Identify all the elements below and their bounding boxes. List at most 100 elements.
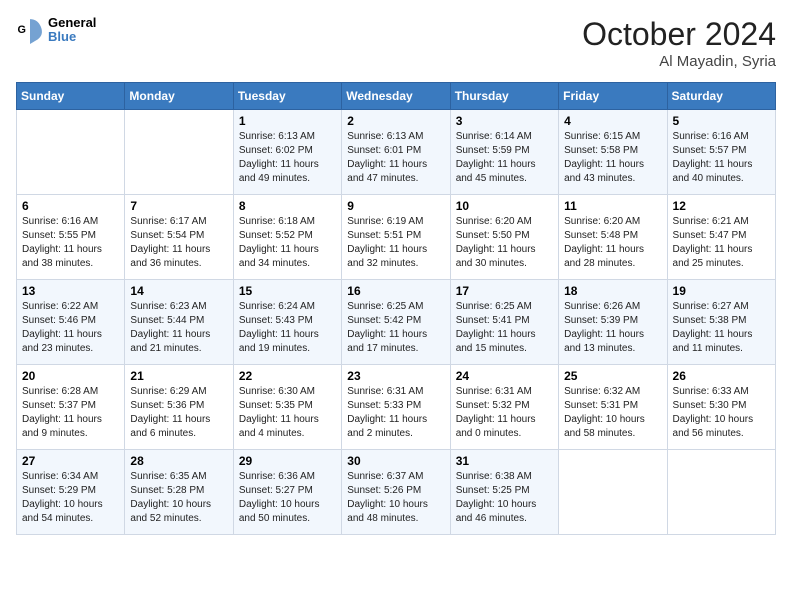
day-info: Sunrise: 6:33 AM Sunset: 5:30 PM Dayligh…	[673, 385, 770, 441]
col-header-wednesday: Wednesday	[342, 83, 450, 110]
col-header-saturday: Saturday	[667, 83, 775, 110]
calendar-cell: 26 Sunrise: 6:33 AM Sunset: 5:30 PM Dayli…	[667, 365, 775, 450]
day-info: Sunrise: 6:17 AM Sunset: 5:54 PM Dayligh…	[130, 215, 227, 271]
day-info: Sunrise: 6:30 AM Sunset: 5:35 PM Dayligh…	[239, 385, 336, 441]
logo-text: General Blue	[48, 16, 96, 45]
day-number: 1	[239, 114, 336, 128]
calendar-week-row: 6 Sunrise: 6:16 AM Sunset: 5:55 PM Daylig…	[17, 195, 776, 280]
col-header-thursday: Thursday	[450, 83, 558, 110]
day-number: 9	[347, 199, 444, 213]
day-info: Sunrise: 6:29 AM Sunset: 5:36 PM Dayligh…	[130, 385, 227, 441]
day-number: 4	[564, 114, 661, 128]
calendar-cell: 20Sunrise: 6:28 AM Sunset: 5:37 PM Dayli…	[17, 365, 125, 450]
day-info: Sunrise: 6:16 AM Sunset: 5:55 PM Dayligh…	[22, 215, 119, 271]
day-info: Sunrise: 6:22 AM Sunset: 5:46 PM Dayligh…	[22, 300, 119, 356]
calendar-cell: 17 Sunrise: 6:25 AM Sunset: 5:41 PM Dayli…	[450, 280, 558, 365]
day-number: 5	[673, 114, 770, 128]
calendar-cell: 6 Sunrise: 6:16 AM Sunset: 5:55 PM Daylig…	[17, 195, 125, 280]
calendar-cell: 12 Sunrise: 6:21 AM Sunset: 5:47 PM Dayli…	[667, 195, 775, 280]
day-info: Sunrise: 6:27 AM Sunset: 5:38 PM Dayligh…	[673, 300, 770, 356]
logo-line1: General	[48, 16, 96, 30]
calendar-cell: 15Sunrise: 6:24 AM Sunset: 5:43 PM Dayli…	[233, 280, 341, 365]
calendar-cell	[125, 110, 233, 195]
day-number: 28	[130, 454, 227, 468]
title-block: October 2024 Al Mayadin, Syria	[582, 16, 776, 70]
calendar-cell: 10 Sunrise: 6:20 AM Sunset: 5:50 PM Dayli…	[450, 195, 558, 280]
day-info: Sunrise: 6:19 AM Sunset: 5:51 PM Dayligh…	[347, 215, 444, 271]
day-info: Sunrise: 6:38 AM Sunset: 5:25 PM Dayligh…	[456, 470, 553, 526]
calendar-cell: 30 Sunrise: 6:37 AM Sunset: 5:26 PM Dayli…	[342, 450, 450, 535]
day-info: Sunrise: 6:36 AM Sunset: 5:27 PM Dayligh…	[239, 470, 336, 526]
calendar-cell: 13 Sunrise: 6:22 AM Sunset: 5:46 PM Dayli…	[17, 280, 125, 365]
calendar-cell: 8Sunrise: 6:18 AM Sunset: 5:52 PM Daylig…	[233, 195, 341, 280]
day-info: Sunrise: 6:31 AM Sunset: 5:33 PM Dayligh…	[347, 385, 444, 441]
logo-icon: G	[16, 16, 44, 44]
calendar-cell: 11 Sunrise: 6:20 AM Sunset: 5:48 PM Dayli…	[559, 195, 667, 280]
day-number: 21	[130, 369, 227, 383]
day-number: 18	[564, 284, 661, 298]
calendar-cell: 4 Sunrise: 6:15 AM Sunset: 5:58 PM Daylig…	[559, 110, 667, 195]
day-number: 30	[347, 454, 444, 468]
day-info: Sunrise: 6:14 AM Sunset: 5:59 PM Dayligh…	[456, 130, 553, 186]
col-header-monday: Monday	[125, 83, 233, 110]
day-number: 15	[239, 284, 336, 298]
day-info: Sunrise: 6:20 AM Sunset: 5:50 PM Dayligh…	[456, 215, 553, 271]
day-info: Sunrise: 6:31 AM Sunset: 5:32 PM Dayligh…	[456, 385, 553, 441]
day-info: Sunrise: 6:34 AM Sunset: 5:29 PM Dayligh…	[22, 470, 119, 526]
location: Al Mayadin, Syria	[582, 53, 776, 70]
day-number: 6	[22, 199, 119, 213]
calendar-cell: 7 Sunrise: 6:17 AM Sunset: 5:54 PM Daylig…	[125, 195, 233, 280]
calendar-week-row: 1Sunrise: 6:13 AM Sunset: 6:02 PM Daylig…	[17, 110, 776, 195]
col-header-sunday: Sunday	[17, 83, 125, 110]
day-number: 27	[22, 454, 119, 468]
day-info: Sunrise: 6:37 AM Sunset: 5:26 PM Dayligh…	[347, 470, 444, 526]
day-info: Sunrise: 6:21 AM Sunset: 5:47 PM Dayligh…	[673, 215, 770, 271]
month-title: October 2024	[582, 16, 776, 53]
calendar-cell: 29 Sunrise: 6:36 AM Sunset: 5:27 PM Dayli…	[233, 450, 341, 535]
calendar-week-row: 27 Sunrise: 6:34 AM Sunset: 5:29 PM Dayli…	[17, 450, 776, 535]
svg-text:G: G	[18, 24, 26, 36]
day-number: 3	[456, 114, 553, 128]
day-number: 13	[22, 284, 119, 298]
day-number: 10	[456, 199, 553, 213]
day-number: 11	[564, 199, 661, 213]
day-info: Sunrise: 6:35 AM Sunset: 5:28 PM Dayligh…	[130, 470, 227, 526]
calendar-cell: 18 Sunrise: 6:26 AM Sunset: 5:39 PM Dayli…	[559, 280, 667, 365]
day-info: Sunrise: 6:25 AM Sunset: 5:41 PM Dayligh…	[456, 300, 553, 356]
calendar-week-row: 20Sunrise: 6:28 AM Sunset: 5:37 PM Dayli…	[17, 365, 776, 450]
calendar-week-row: 13 Sunrise: 6:22 AM Sunset: 5:46 PM Dayli…	[17, 280, 776, 365]
calendar-cell	[667, 450, 775, 535]
day-info: Sunrise: 6:25 AM Sunset: 5:42 PM Dayligh…	[347, 300, 444, 356]
calendar-cell: 14Sunrise: 6:23 AM Sunset: 5:44 PM Dayli…	[125, 280, 233, 365]
calendar-cell: 2Sunrise: 6:13 AM Sunset: 6:01 PM Daylig…	[342, 110, 450, 195]
calendar-cell: 24Sunrise: 6:31 AM Sunset: 5:32 PM Dayli…	[450, 365, 558, 450]
day-number: 2	[347, 114, 444, 128]
day-number: 29	[239, 454, 336, 468]
calendar-cell: 19Sunrise: 6:27 AM Sunset: 5:38 PM Dayli…	[667, 280, 775, 365]
day-number: 12	[673, 199, 770, 213]
logo-line2: Blue	[48, 30, 96, 44]
calendar-cell: 28 Sunrise: 6:35 AM Sunset: 5:28 PM Dayli…	[125, 450, 233, 535]
day-number: 23	[347, 369, 444, 383]
calendar-cell: 25Sunrise: 6:32 AM Sunset: 5:31 PM Dayli…	[559, 365, 667, 450]
logo: G General Blue	[16, 16, 96, 45]
day-number: 7	[130, 199, 227, 213]
day-number: 26	[673, 369, 770, 383]
calendar-cell: 23 Sunrise: 6:31 AM Sunset: 5:33 PM Dayli…	[342, 365, 450, 450]
calendar-cell: 5Sunrise: 6:16 AM Sunset: 5:57 PM Daylig…	[667, 110, 775, 195]
page-header: G General Blue October 2024 Al Mayadin, …	[16, 16, 776, 70]
col-header-friday: Friday	[559, 83, 667, 110]
calendar-cell: 21 Sunrise: 6:29 AM Sunset: 5:36 PM Dayli…	[125, 365, 233, 450]
day-number: 20	[22, 369, 119, 383]
day-info: Sunrise: 6:26 AM Sunset: 5:39 PM Dayligh…	[564, 300, 661, 356]
day-number: 25	[564, 369, 661, 383]
calendar-cell: 1Sunrise: 6:13 AM Sunset: 6:02 PM Daylig…	[233, 110, 341, 195]
calendar-cell: 3 Sunrise: 6:14 AM Sunset: 5:59 PM Daylig…	[450, 110, 558, 195]
day-number: 17	[456, 284, 553, 298]
day-info: Sunrise: 6:20 AM Sunset: 5:48 PM Dayligh…	[564, 215, 661, 271]
day-number: 16	[347, 284, 444, 298]
calendar-table: SundayMondayTuesdayWednesdayThursdayFrid…	[16, 82, 776, 535]
calendar-cell: 9 Sunrise: 6:19 AM Sunset: 5:51 PM Daylig…	[342, 195, 450, 280]
day-info: Sunrise: 6:15 AM Sunset: 5:58 PM Dayligh…	[564, 130, 661, 186]
day-number: 22	[239, 369, 336, 383]
